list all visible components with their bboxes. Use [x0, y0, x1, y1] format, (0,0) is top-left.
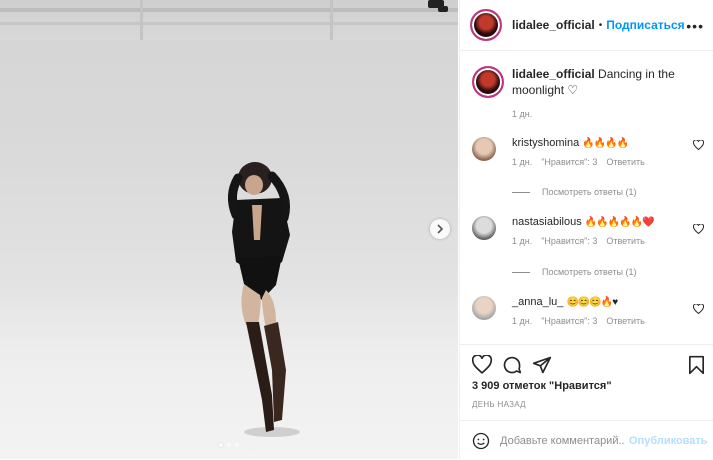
carousel-dot — [227, 443, 231, 447]
comment-likes[interactable]: "Нравится": 3 — [541, 236, 597, 246]
comment-icon[interactable] — [502, 355, 522, 375]
carousel-dot — [219, 443, 223, 447]
author-avatar[interactable] — [470, 9, 502, 41]
author-username[interactable]: lidalee_official — [512, 18, 595, 32]
add-comment-input[interactable] — [498, 433, 627, 448]
comment-time[interactable]: 1 дн. — [512, 236, 532, 246]
comment-item: nastasiabilous 🔥🔥🔥🔥🔥❤️ 1 дн. "Нравится":… — [472, 216, 704, 246]
publish-button[interactable]: Опубликовать — [629, 435, 708, 447]
separator-dot: • — [598, 19, 603, 31]
model-figure — [228, 162, 300, 437]
view-replies-button[interactable]: Посмотреть ответы (1) — [512, 187, 637, 197]
comment-text: 😊😊😊🔥♥ — [566, 297, 618, 308]
comment-item: kristyshomina 🔥🔥🔥🔥 1 дн. "Нравится": 3 О… — [472, 137, 704, 167]
bookmark-icon[interactable] — [688, 355, 705, 375]
send-icon[interactable] — [532, 355, 552, 375]
comment-time[interactable]: 1 дн. — [512, 157, 532, 167]
comment-item: _anna_lu_ 😊😊😊🔥♥ 1 дн. "Нравится": 3 Отве… — [472, 296, 704, 326]
likes-count[interactable]: 3 909 отметок "Нравится" — [472, 380, 612, 392]
reply-button[interactable]: Ответить — [606, 236, 644, 246]
post-side-panel: lidalee_official • Подписаться ••• lidal… — [459, 0, 713, 459]
follow-button[interactable]: Подписаться — [606, 18, 684, 32]
post-actions — [460, 344, 713, 385]
chevron-right-icon — [437, 224, 444, 234]
post-date[interactable]: ДЕНЬ НАЗАД — [472, 400, 526, 409]
caption-username[interactable]: lidalee_official — [512, 67, 595, 81]
smiley-icon[interactable] — [472, 432, 490, 450]
like-heart-icon[interactable] — [472, 355, 492, 374]
comment-time[interactable]: 1 дн. — [512, 316, 532, 326]
commenter-avatar[interactable] — [472, 296, 496, 320]
reply-button[interactable]: Ответить — [606, 316, 644, 326]
reply-button[interactable]: Ответить — [606, 157, 644, 167]
carousel-dot — [235, 443, 239, 447]
view-replies-label: Посмотреть ответы (1) — [542, 267, 637, 277]
view-replies-button[interactable]: Посмотреть ответы (1) — [512, 267, 637, 277]
carousel-indicator — [0, 443, 458, 447]
comment-text: 🔥🔥🔥🔥 — [582, 138, 629, 149]
heart-icon[interactable] — [693, 304, 704, 314]
heart-icon[interactable] — [693, 224, 704, 234]
view-replies-label: Посмотреть ответы (1) — [542, 187, 637, 197]
comment-username[interactable]: _anna_lu_ — [512, 296, 563, 308]
more-options-button[interactable]: ••• — [686, 18, 704, 34]
post-caption: lidalee_official Dancing in the moonligh… — [472, 66, 702, 119]
comment-username[interactable]: nastasiabilous — [512, 216, 582, 228]
add-comment-bar: Опубликовать — [460, 420, 713, 460]
post-photo[interactable] — [0, 0, 458, 459]
heart-icon[interactable] — [693, 140, 704, 150]
comment-username[interactable]: kristyshomina — [512, 137, 579, 149]
caption-time[interactable]: 1 дн. — [512, 109, 702, 119]
caption-avatar[interactable] — [472, 66, 504, 98]
comment-likes[interactable]: "Нравится": 3 — [541, 157, 597, 167]
comment-text: 🔥🔥🔥🔥🔥❤️ — [584, 217, 655, 228]
commenter-avatar[interactable] — [472, 137, 496, 161]
instagram-post: lidalee_official • Подписаться ••• lidal… — [0, 0, 713, 459]
next-image-button[interactable] — [430, 219, 450, 239]
post-header: lidalee_official • Подписаться ••• — [460, 0, 713, 51]
comment-likes[interactable]: "Нравится": 3 — [541, 316, 597, 326]
commenter-avatar[interactable] — [472, 216, 496, 240]
